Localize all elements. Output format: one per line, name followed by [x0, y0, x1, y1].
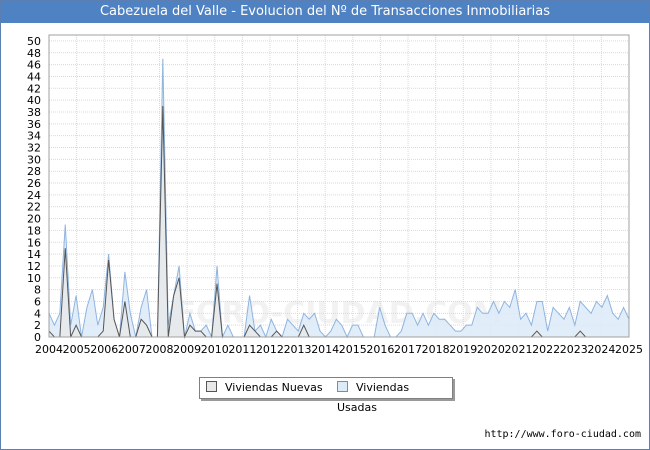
- x-tick-label: 2013: [284, 343, 312, 356]
- y-tick-label: 50: [27, 35, 41, 48]
- x-tick-label: 2021: [505, 343, 533, 356]
- y-tick-label: 28: [27, 165, 41, 178]
- x-tick-label: 2007: [118, 343, 146, 356]
- y-tick-label: 36: [27, 118, 41, 131]
- y-tick-label: 40: [27, 94, 41, 107]
- x-tick-label: 2022: [532, 343, 560, 356]
- y-tick-label: 44: [27, 70, 41, 83]
- y-tick-label: 46: [27, 59, 41, 72]
- y-tick-label: 20: [27, 213, 41, 226]
- x-tick-label: 2024: [587, 343, 615, 356]
- x-tick-label: 2005: [63, 343, 91, 356]
- y-tick-label: 42: [27, 82, 41, 95]
- x-tick-label: 2015: [339, 343, 367, 356]
- x-tick-label: 2009: [173, 343, 201, 356]
- y-tick-label: 48: [27, 47, 41, 60]
- y-tick-label: 32: [27, 142, 41, 155]
- x-tick-label: 2012: [256, 343, 284, 356]
- y-tick-label: 4: [34, 307, 41, 320]
- plot-area: [49, 35, 629, 337]
- source-link[interactable]: http://www.foro-ciudad.com: [484, 429, 641, 440]
- y-tick-label: 38: [27, 106, 41, 119]
- y-tick-label: 8: [34, 284, 41, 297]
- legend-swatch-nuevas: [206, 381, 217, 392]
- y-tick-label: 16: [27, 236, 41, 249]
- x-tick-label: 2018: [422, 343, 450, 356]
- y-tick-label: 24: [27, 189, 41, 202]
- x-tick-label: 2023: [560, 343, 588, 356]
- x-tick-label: 2011: [228, 343, 256, 356]
- y-tick-label: 14: [27, 248, 41, 261]
- x-tick-label: 2004: [35, 343, 63, 356]
- x-tick-label: 2017: [394, 343, 422, 356]
- y-tick-label: 12: [27, 260, 41, 273]
- y-tick-label: 34: [27, 130, 41, 143]
- x-tick-label: 2010: [201, 343, 229, 356]
- y-tick-label: 10: [27, 272, 41, 285]
- y-tick-label: 6: [34, 295, 41, 308]
- y-tick-label: 2: [34, 319, 41, 332]
- y-tick-label: 18: [27, 224, 41, 237]
- x-tick-label: 2019: [449, 343, 477, 356]
- legend-item-usadas: Viviendas Usadas: [337, 378, 452, 414]
- x-tick-label: 2016: [366, 343, 394, 356]
- legend-item-nuevas: Viviendas Nuevas: [206, 378, 323, 398]
- y-tick-label: 22: [27, 201, 41, 214]
- y-tick-label: 26: [27, 177, 41, 190]
- chart-legend: Viviendas Nuevas Viviendas Usadas: [199, 377, 453, 414]
- legend-label-nuevas: Viviendas Nuevas: [225, 381, 323, 394]
- x-tick-label: 2014: [311, 343, 339, 356]
- y-tick-label: 30: [27, 153, 41, 166]
- x-tick-label: 2008: [145, 343, 173, 356]
- x-tick-label: 2006: [90, 343, 118, 356]
- x-tick-label: 2020: [477, 343, 505, 356]
- legend-swatch-usadas: [337, 381, 348, 392]
- x-tick-label: 2025: [615, 343, 643, 356]
